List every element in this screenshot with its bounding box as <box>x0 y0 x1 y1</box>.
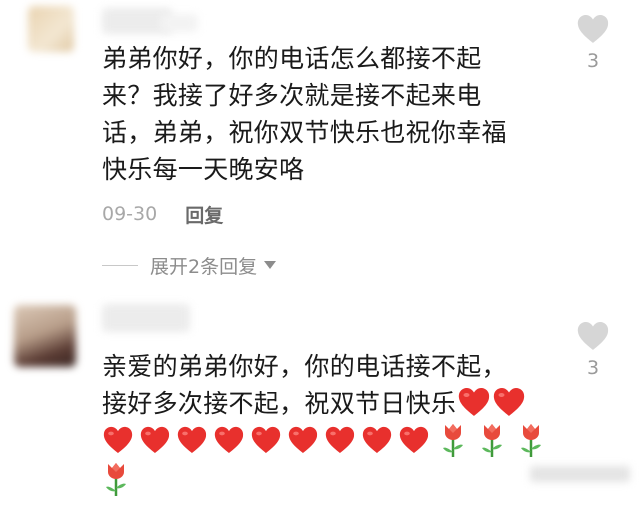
comment-text: 弟弟你好，你的电话怎么都接不起 来？我接了好多次就是接不起来电 话，弟弟，祝你双… <box>102 40 507 188</box>
comment-line: 话，弟弟，祝你双节快乐也祝你幸福 <box>102 118 507 147</box>
comment-line: 亲爱的弟弟你好，你的电话接不起， <box>102 352 507 381</box>
comment-text: 亲爱的弟弟你好，你的电话接不起， 接好多次接不起，祝双节日快乐 <box>102 348 526 427</box>
comment-line-text: 接好多次接不起，祝双节日快乐 <box>102 389 457 418</box>
red-heart-icon <box>287 426 319 458</box>
like-count: 3 <box>586 50 600 72</box>
comment-line: 快乐每一天晚安咯 <box>102 155 305 184</box>
tulip-icon <box>102 461 130 501</box>
expand-replies-button[interactable]: 展开2条回复 <box>102 250 277 280</box>
expand-replies-label: 展开2条回复 <box>150 255 258 278</box>
like-count: 3 <box>586 357 600 379</box>
comment-line: 弟弟你好，你的电话怎么都接不起 <box>102 44 482 73</box>
tulip-icon <box>439 422 467 462</box>
username <box>160 14 198 32</box>
avatar[interactable] <box>14 305 76 367</box>
tulip-icon <box>517 422 545 462</box>
comment-line: 来？我接了好多次就是接不起来电 <box>102 81 482 110</box>
tulip-icon <box>478 422 506 462</box>
comment-meta: 09-30 回复 <box>102 199 223 229</box>
emoji-row <box>102 424 550 460</box>
heart-outline-icon <box>577 322 609 350</box>
caret-down-icon <box>264 261 277 269</box>
red-heart-icon <box>492 387 526 427</box>
divider <box>102 264 138 266</box>
red-heart-icon <box>102 426 134 458</box>
red-heart-icon <box>457 387 491 427</box>
comment-section: 弟弟你好，你的电话怎么都接不起 来？我接了好多次就是接不起来电 话，弟弟，祝你双… <box>0 0 640 507</box>
avatar[interactable] <box>28 6 74 52</box>
comment-date: 09-30 <box>102 203 158 225</box>
watermark <box>530 466 630 482</box>
red-heart-icon <box>361 426 393 458</box>
comment-line: 接好多次接不起，祝双节日快乐 <box>102 385 526 427</box>
emoji-row <box>102 462 135 500</box>
red-heart-icon <box>213 426 245 458</box>
red-heart-icon <box>250 426 282 458</box>
red-heart-icon <box>139 426 171 458</box>
red-heart-icon <box>176 426 208 458</box>
like-button[interactable]: 3 <box>573 321 613 379</box>
red-heart-icon <box>398 426 430 458</box>
reply-button[interactable]: 回复 <box>185 201 223 228</box>
username[interactable] <box>102 304 190 332</box>
heart-outline-icon <box>577 15 609 43</box>
red-heart-icon <box>324 426 356 458</box>
like-button[interactable]: 3 <box>573 14 613 72</box>
